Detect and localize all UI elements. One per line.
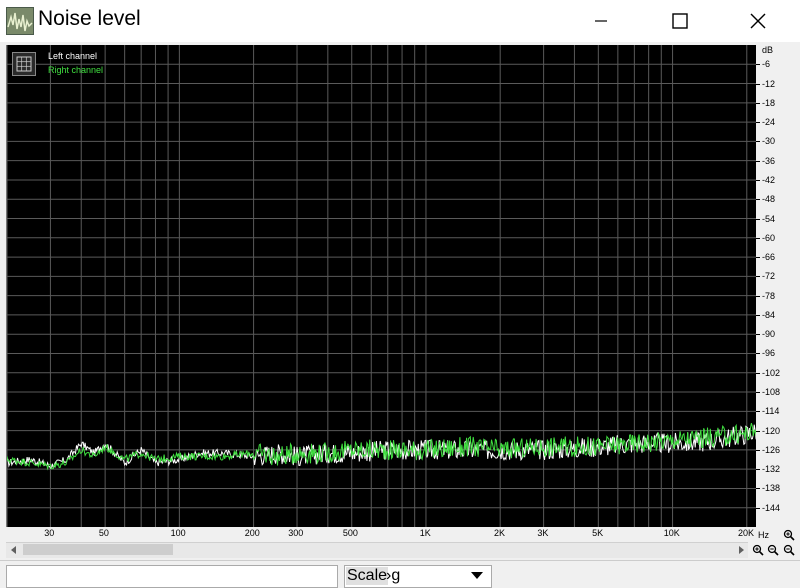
x-tick-label: 3K [537,528,549,538]
x-tick-label: 20K [737,528,754,538]
y-tick-mark [756,141,760,143]
series-line-right-channel [7,422,757,471]
zoom-in-horizontal-button[interactable] [751,543,764,556]
minimize-button[interactable] [578,0,624,42]
y-tick-label: -66 [762,252,776,263]
spectrum-plot[interactable] [6,45,757,527]
y-tick-mark [756,449,760,451]
y-tick-mark [756,218,760,220]
x-tick-label: 5K [592,528,604,538]
zoom-in-icon [752,544,764,556]
y-tick-mark [756,334,760,336]
y-tick-mark [756,488,760,490]
y-tick-label: -30 [762,136,776,147]
y-tick-mark [756,392,760,394]
close-button[interactable] [735,0,781,42]
y-tick-mark [756,122,760,124]
scale-value: ›g [386,567,401,584]
y-tick-label: -108 [762,387,781,398]
y-tick-label: -102 [762,367,781,378]
y-tick-mark [756,353,760,355]
y-tick-mark [756,276,760,278]
maximize-button[interactable] [657,0,703,42]
y-tick-mark [756,237,760,239]
y-tick-mark [756,160,760,162]
legend-toggle-button[interactable] [12,52,36,76]
scrollbar-thumb[interactable] [23,544,173,555]
y-tick-mark [756,411,760,413]
scale-dropdown-button[interactable] [466,566,488,585]
y-tick-label: -6 [762,59,771,70]
arrow-left-icon [10,545,16,554]
title-bar: Noise level [0,0,800,42]
x-tick-label: 500 [342,528,358,538]
y-tick-label: -60 [762,232,776,243]
y-tick-label: -18 [762,97,776,108]
scroll-right-button[interactable] [733,542,748,557]
legend-right-channel: Right channel [48,65,104,75]
scroll-left-button[interactable] [6,542,21,557]
y-tick-label: -48 [762,194,776,205]
x-tick-label: 50 [98,528,109,538]
y-unit-label: dB [762,45,774,55]
y-axis [756,42,800,528]
zoom-out-vertical-button[interactable] [782,543,795,556]
y-tick-label: -90 [762,329,776,340]
legend-left-channel: Left channel [48,51,98,61]
zoom-out-horizontal-button[interactable] [766,543,779,556]
y-tick-label: -126 [762,444,781,455]
x-tick-label: 30 [44,528,55,538]
y-tick-label: -114 [762,406,780,417]
y-tick-mark [756,507,760,509]
maximize-icon [672,13,688,29]
chevron-down-icon [471,571,483,579]
y-tick-mark [756,64,760,66]
y-tick-label: -42 [762,174,776,185]
x-tick-label: 10K [663,528,680,538]
zoom-out-icon [767,544,779,556]
y-tick-mark [756,102,760,104]
x-tick-label: 300 [288,528,304,538]
window-title: Noise level [38,7,141,30]
y-tick-mark [756,469,760,471]
x-tick-label: 100 [170,528,186,538]
close-icon [750,13,766,29]
y-tick-label: -12 [762,78,776,89]
y-tick-mark [756,199,760,201]
y-tick-mark [756,83,760,85]
y-tick-label: -132 [762,464,781,475]
y-tick-label: -138 [762,483,781,494]
y-tick-label: -54 [762,213,776,224]
y-tick-mark [756,257,760,259]
y-tick-mark [756,430,760,432]
y-tick-label: -78 [762,290,776,301]
y-tick-label: -36 [762,155,776,166]
y-tick-label: -84 [762,309,776,320]
y-tick-label: -24 [762,117,776,128]
zoom-out-icon [783,544,795,556]
status-field [6,565,338,588]
zoom-in-vertical-button[interactable] [782,528,795,541]
y-tick-label: -72 [762,271,776,282]
x-tick-label: 200 [244,528,260,538]
y-tick-mark [756,314,760,316]
spectrum-app-icon [6,7,34,35]
zoom-in-icon [783,529,795,541]
spectrum-chart [7,45,757,527]
y-tick-mark [756,179,760,181]
y-tick-mark [756,295,760,297]
x-unit-label: Hz [758,530,769,540]
arrow-right-icon [738,545,744,554]
y-tick-label: -96 [762,348,776,359]
scale-label: Scale [346,567,389,585]
y-tick-label: -120 [762,425,781,436]
y-tick-label: -144 [762,502,781,513]
y-tick-mark [756,372,760,374]
grid-icon [16,56,32,72]
minimize-icon [595,20,607,22]
x-tick-label: 2K [493,528,505,538]
x-tick-label: 1K [419,528,431,538]
